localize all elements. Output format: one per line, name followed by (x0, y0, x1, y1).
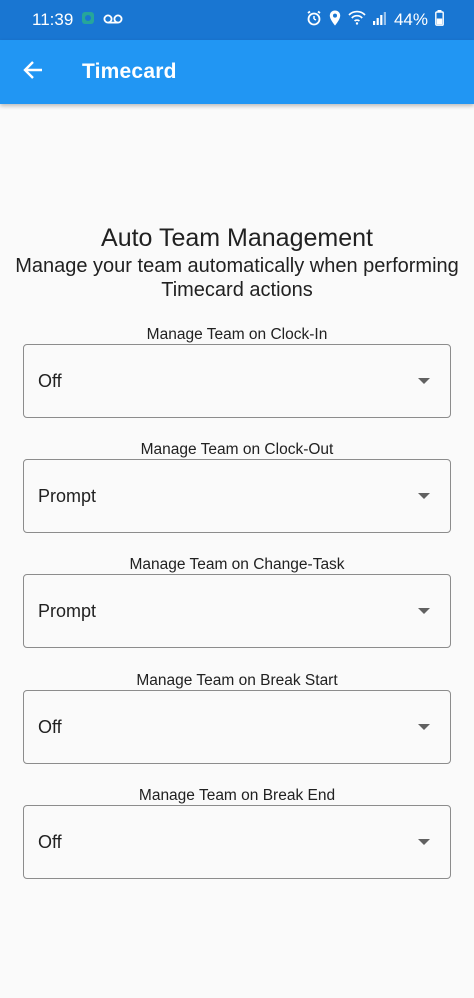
status-bar: 11:39 44% (0, 0, 474, 40)
battery-text: 44% (393, 10, 428, 29)
alarm-icon (306, 10, 322, 31)
subtitle-line-2: Timecard actions (161, 279, 313, 301)
status-right: 44% (306, 9, 444, 31)
change-task-value: Prompt (38, 600, 97, 621)
break-start-label: Manage Team on Break Start (136, 672, 338, 689)
arrow-left-icon (23, 60, 43, 85)
location-icon (329, 10, 341, 31)
voicemail-icon (103, 10, 123, 30)
clock-out-label: Manage Team on Clock-Out (140, 441, 334, 458)
change-task-label: Manage Team on Change-Task (129, 556, 345, 573)
dropdown-arrow-icon (418, 608, 430, 614)
clock-in-label: Manage Team on Clock-In (146, 326, 328, 343)
page-title: Timecard (82, 60, 177, 83)
wifi-icon (348, 10, 366, 30)
section-title: Auto Team Management (101, 224, 373, 252)
clock-out-dropdown[interactable]: Prompt (23, 459, 451, 533)
dropdown-arrow-icon (418, 378, 430, 384)
subtitle-line-1: Manage your team automatically when perf… (15, 255, 459, 277)
app-notification-icon (81, 10, 95, 30)
dropdown-arrow-icon (418, 724, 430, 730)
clock-in-value: Off (38, 370, 62, 391)
app-bar: Timecard (0, 40, 474, 104)
status-time: 11:39 (32, 10, 74, 29)
status-left: 11:39 (32, 10, 123, 30)
break-end-label: Manage Team on Break End (138, 787, 336, 804)
break-start-dropdown[interactable]: Off (23, 690, 451, 764)
break-start-value: Off (38, 716, 62, 737)
break-end-value: Off (38, 831, 62, 852)
back-button[interactable] (16, 55, 50, 89)
clock-out-value: Prompt (38, 485, 97, 506)
break-end-dropdown[interactable]: Off (23, 805, 451, 879)
dropdown-arrow-icon (418, 493, 430, 499)
section-subtitle: Manage your team automatically when perf… (0, 254, 474, 302)
battery-icon (435, 9, 444, 31)
change-task-dropdown[interactable]: Prompt (23, 574, 451, 648)
signal-icon (372, 10, 387, 30)
dropdown-arrow-icon (418, 839, 430, 845)
clock-in-dropdown[interactable]: Off (23, 344, 451, 418)
